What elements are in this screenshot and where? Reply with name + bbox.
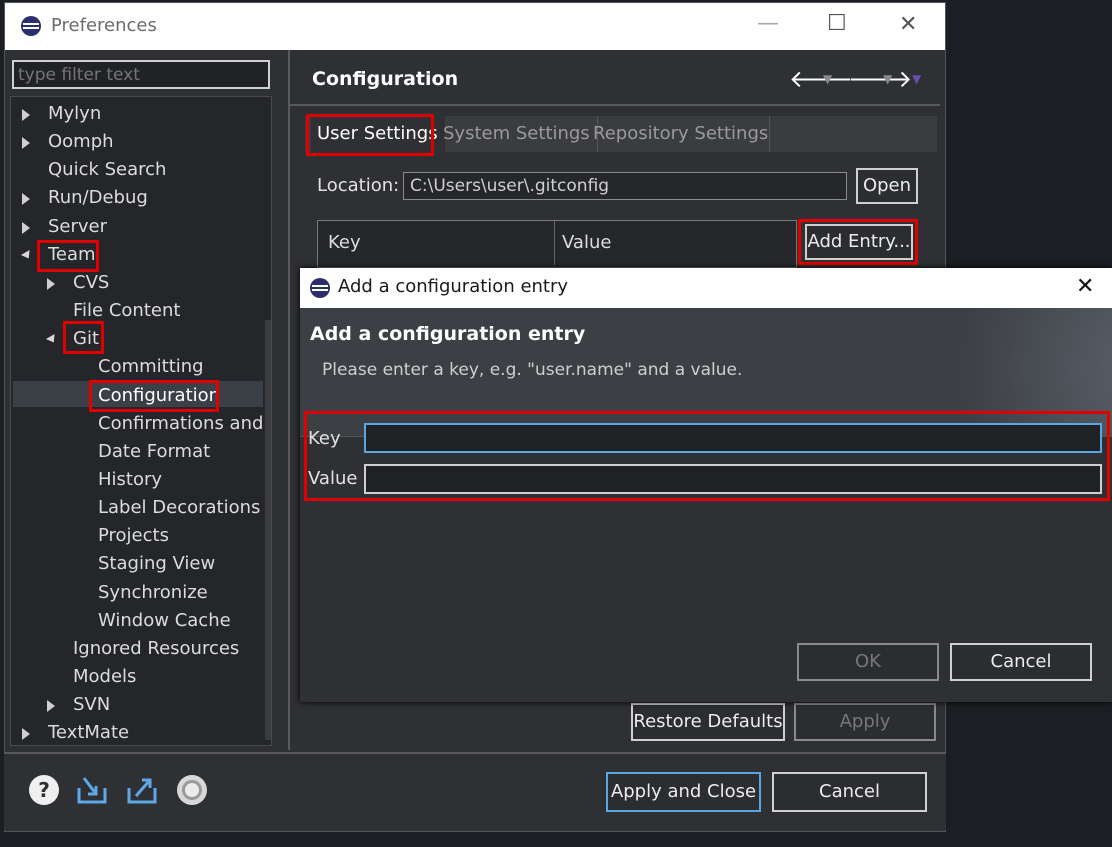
expand-arrow-icon[interactable] xyxy=(22,109,30,121)
expand-arrow-icon[interactable] xyxy=(47,700,55,712)
dialog-description: Please enter a key, e.g. "user.name" and… xyxy=(322,360,743,380)
dialog-close-icon[interactable]: ✕ xyxy=(1076,274,1094,299)
highlight-configuration xyxy=(89,380,219,412)
tree-item[interactable]: Date Format xyxy=(98,439,210,465)
expand-arrow-icon[interactable] xyxy=(22,193,30,205)
header-divider xyxy=(290,104,940,106)
close-icon[interactable]: ✕ xyxy=(899,12,917,37)
svg-text:?: ? xyxy=(38,778,50,802)
import-icon[interactable] xyxy=(76,774,108,806)
tree-item[interactable]: Run/Debug xyxy=(48,185,148,211)
tree-item[interactable]: Ignored Resources xyxy=(73,636,239,662)
eclipse-logo-icon xyxy=(21,16,41,36)
dialog-title-bar: Add a configuration entry ✕ xyxy=(300,268,1112,308)
restore-defaults-button[interactable]: Restore Defaults xyxy=(631,703,785,741)
filter-input[interactable] xyxy=(12,60,270,89)
apply-button[interactable]: Apply xyxy=(794,703,936,741)
window-title: Preferences xyxy=(51,15,157,36)
page-title: Configuration xyxy=(312,68,459,90)
highlight-add-entry xyxy=(798,219,918,265)
column-header-value[interactable]: Value xyxy=(562,221,611,265)
minimize-icon[interactable]: — xyxy=(757,11,779,36)
tree-item[interactable]: History xyxy=(98,467,162,493)
dialog-cancel-button[interactable]: Cancel xyxy=(950,643,1092,681)
expand-arrow-icon[interactable] xyxy=(22,222,30,234)
tree-item[interactable]: Quick Search xyxy=(48,157,166,183)
location-field[interactable]: C:\Users\user\.gitconfig xyxy=(403,172,847,200)
forward-menu-chevron-icon[interactable]: ▼ xyxy=(883,72,892,86)
dialog-heading: Add a configuration entry xyxy=(310,323,586,345)
apply-and-close-button[interactable]: Apply and Close xyxy=(606,772,761,812)
tree-item[interactable]: SVN xyxy=(73,692,110,718)
tree-scrollbar[interactable] xyxy=(265,320,271,740)
open-button[interactable]: Open xyxy=(856,168,918,204)
export-icon[interactable] xyxy=(126,774,158,806)
tree-item[interactable]: Mylyn xyxy=(48,101,101,127)
button-bar: ? Apply and Close Cancel xyxy=(4,752,946,830)
highlight-team xyxy=(37,240,99,272)
highlight-git xyxy=(63,321,104,354)
location-label: Location: xyxy=(317,175,400,196)
bottom-divider xyxy=(4,752,946,754)
tree-item[interactable]: Staging View xyxy=(98,551,215,577)
tree-item[interactable]: TextMate xyxy=(48,720,129,746)
tree-item[interactable]: Confirmations and W xyxy=(98,411,268,437)
help-icon[interactable]: ? xyxy=(28,774,60,806)
dialog-window-title: Add a configuration entry xyxy=(338,276,569,297)
view-menu-icon[interactable]: ▼ xyxy=(912,72,921,86)
cancel-button[interactable]: Cancel xyxy=(772,772,927,812)
tree-item[interactable]: Committing xyxy=(98,354,204,380)
tree-item[interactable]: Models xyxy=(73,664,136,690)
tab-system-settings[interactable]: System Settings xyxy=(437,116,598,152)
expand-arrow-icon[interactable] xyxy=(22,137,30,149)
highlight-user-settings xyxy=(306,114,434,156)
expand-arrow-icon[interactable] xyxy=(47,278,55,290)
column-divider xyxy=(554,221,555,265)
back-menu-chevron-icon[interactable]: ▼ xyxy=(823,72,832,86)
ok-button[interactable]: OK xyxy=(797,643,939,681)
highlight-key-value xyxy=(304,411,1110,501)
maximize-icon[interactable]: ☐ xyxy=(827,11,847,36)
forward-arrow-icon[interactable]: 🡒 xyxy=(848,64,912,93)
column-header-key[interactable]: Key xyxy=(328,221,361,265)
tree-item[interactable]: Label Decorations xyxy=(98,495,260,521)
title-bar: Preferences — ☐ ✕ xyxy=(5,3,945,50)
tree-item[interactable]: CVS xyxy=(73,270,109,296)
tree-item[interactable]: Projects xyxy=(98,523,169,549)
tree-item[interactable]: Window Cache xyxy=(98,608,231,634)
oomph-record-icon[interactable] xyxy=(176,774,208,806)
eclipse-logo-icon xyxy=(310,278,330,298)
tree-item[interactable]: Oomph xyxy=(48,129,114,155)
tree-item[interactable]: Synchronize xyxy=(98,580,208,606)
config-table[interactable]: Key Value xyxy=(317,220,797,268)
expand-arrow-icon[interactable] xyxy=(22,728,30,740)
tab-repository-settings[interactable]: Repository Settings xyxy=(587,116,770,152)
back-arrow-icon[interactable]: 🡐 xyxy=(789,64,853,93)
add-config-entry-dialog: Add a configuration entry ✕ Add a config… xyxy=(300,268,1112,702)
tree-item[interactable]: Server xyxy=(48,214,107,240)
